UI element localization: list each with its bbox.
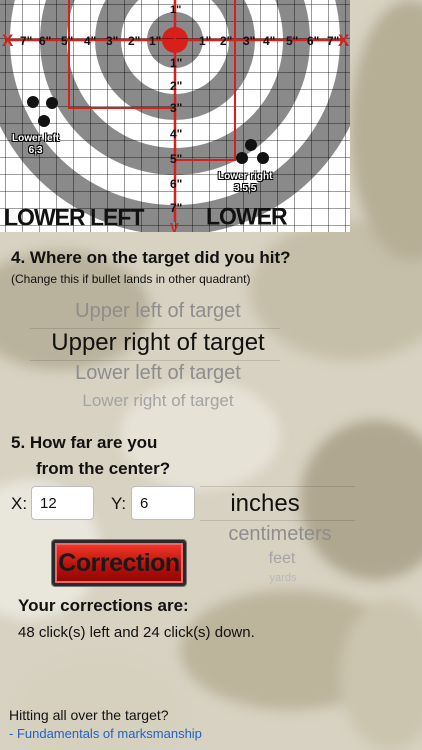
x-distance-input[interactable] bbox=[31, 486, 94, 520]
horizontal-tick-label: 5" bbox=[61, 34, 73, 48]
lower-right-group-name: Lower right bbox=[218, 171, 273, 182]
picker-divider bbox=[30, 360, 280, 361]
quadrant-label-right: LOWER RIGHT bbox=[206, 202, 288, 232]
correction-button[interactable]: Correction bbox=[52, 540, 186, 586]
top-tick: 1" bbox=[170, 4, 181, 16]
unit-option-yards[interactable]: yards bbox=[223, 572, 343, 584]
picker-option-lower-left[interactable]: Lower left of target bbox=[58, 362, 258, 385]
fundamentals-link[interactable]: - Fundamentals of marksmanship bbox=[9, 726, 202, 741]
picker-divider bbox=[200, 520, 355, 521]
horizontal-tick-label: 2" bbox=[220, 34, 232, 48]
end-marker-right: X bbox=[338, 31, 350, 50]
question4-title: 4. Where on the target did you hit? bbox=[11, 248, 291, 267]
vertical-tick-label: 1" bbox=[170, 56, 182, 70]
y-distance-input[interactable] bbox=[131, 486, 195, 520]
picker-divider bbox=[200, 486, 355, 487]
vertical-tick-label: 4" bbox=[170, 127, 182, 141]
bottom-marker: V bbox=[170, 220, 179, 232]
vertical-tick-label: 5" bbox=[170, 152, 182, 166]
horizontal-tick-label: 1" bbox=[149, 34, 161, 48]
picker-option-upper-left[interactable]: Upper left of target bbox=[58, 300, 258, 323]
bullet-hole bbox=[245, 139, 257, 151]
horizontal-tick-label: 3" bbox=[243, 34, 255, 48]
vertical-tick-label: 6" bbox=[170, 177, 182, 191]
bullet-hole bbox=[236, 152, 248, 164]
horizontal-tick-label: 7" bbox=[20, 34, 32, 48]
unit-option-feet[interactable]: feet bbox=[222, 550, 342, 568]
x-label: X: bbox=[11, 494, 28, 513]
vertical-tick-label: 2" bbox=[170, 79, 182, 93]
horizontal-tick-label: 4" bbox=[84, 34, 96, 48]
bullet-hole bbox=[46, 97, 58, 109]
question5-title-line2: from the center? bbox=[36, 459, 171, 478]
bullet-hole bbox=[38, 115, 50, 127]
horizontal-tick-label: 1" bbox=[199, 34, 211, 48]
results-text: 48 click(s) left and 24 click(s) down. bbox=[18, 624, 255, 641]
lower-left-group-label: Lower left 6,3 bbox=[12, 133, 59, 157]
question4-subtitle: (Change this if bullet lands in other qu… bbox=[11, 272, 251, 286]
bullet-hole bbox=[257, 152, 269, 164]
lower-left-group-name: Lower left bbox=[12, 133, 60, 144]
horizontal-tick-label: 4" bbox=[263, 34, 275, 48]
horizontal-tick-label: 6" bbox=[307, 34, 319, 48]
lower-right-group-coords: 3.5,5 bbox=[234, 183, 257, 194]
y-label: Y: bbox=[111, 494, 127, 513]
vertical-tick-label: 3" bbox=[170, 101, 182, 115]
lower-left-group-coords: 6,3 bbox=[28, 145, 43, 156]
target-rings: 7" 6" 5" 4" 3" 2" 1" 1" 2" 3" 4" 5" 6" 7" 1" 2" 3" 4" 5" 6… bbox=[0, 0, 350, 232]
horizontal-tick-label: 2" bbox=[128, 34, 140, 48]
question5-title-line1: 5. How far are you bbox=[11, 433, 158, 452]
lower-right-group-label: Lower right 3.5,5 bbox=[218, 171, 272, 195]
vertical-tick-label: 7" bbox=[170, 201, 182, 215]
horizontal-tick-label: 5" bbox=[286, 34, 298, 48]
quadrant-label-left: LOWER LEFT bbox=[4, 203, 144, 231]
unit-option-centimeters[interactable]: centimeters bbox=[220, 523, 340, 546]
horizontal-tick-label: 3" bbox=[106, 34, 118, 48]
horizontal-tick-label: 6" bbox=[39, 34, 51, 48]
footer-question: Hitting all over the target? bbox=[9, 707, 169, 723]
picker-option-lower-right[interactable]: Lower right of target bbox=[53, 391, 263, 411]
picker-option-upper-right[interactable]: Upper right of target bbox=[38, 329, 278, 357]
results-title: Your corrections are: bbox=[18, 596, 189, 615]
bullet-hole bbox=[27, 96, 39, 108]
end-marker-left: X bbox=[2, 31, 14, 50]
target-diagram: 7" 6" 5" 4" 3" 2" 1" 1" 2" 3" 4" 5" 6" 7" 1" 2" 3" 4" 5" 6… bbox=[0, 0, 350, 232]
unit-option-inches[interactable]: inches bbox=[205, 490, 325, 518]
